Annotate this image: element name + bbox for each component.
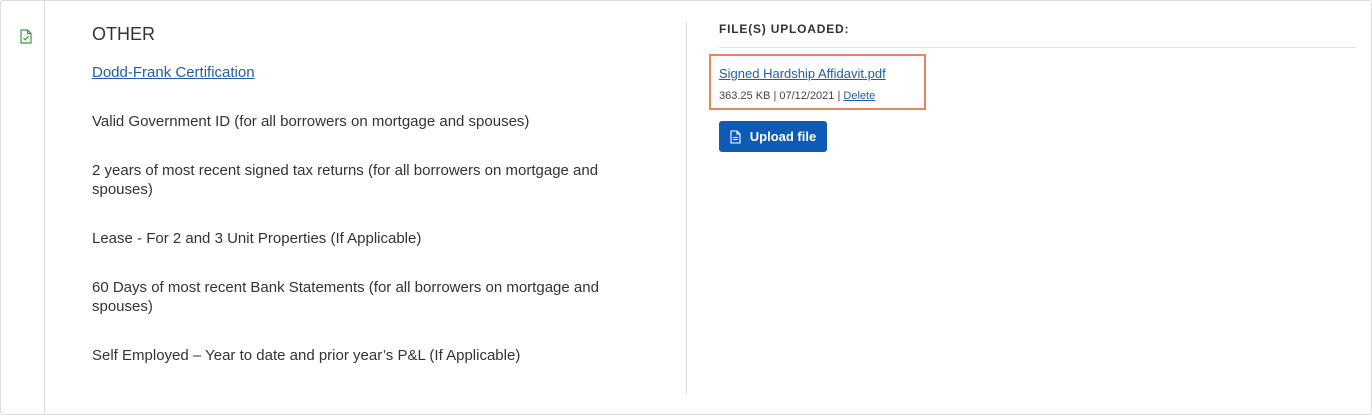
upload-file-label: Upload file — [749, 129, 817, 144]
status-gutter — [1, 1, 45, 414]
dodd-frank-certification-link[interactable]: Dodd-Frank Certification — [92, 63, 255, 83]
file-size: 363.25 KB — [719, 90, 771, 102]
uploaded-file-highlight: Signed Hardship Affidavit.pdf 363.25 KB … — [709, 54, 926, 110]
document-card: OTHER Dodd-Frank Certification Valid Gov… — [0, 0, 1372, 415]
file-meta: 363.25 KB | 07/12/2021 | Delete — [719, 89, 875, 103]
document-check-icon — [20, 29, 32, 44]
meta-separator: | — [773, 90, 777, 102]
section-title: OTHER — [92, 24, 155, 44]
requirement-item: 60 Days of most recent Bank Statements (… — [92, 279, 599, 315]
requirement-item: Self Employed – Year to date and prior y… — [92, 347, 521, 364]
column-divider — [686, 21, 687, 395]
delete-file-link[interactable]: Delete — [843, 90, 875, 102]
uploads-panel: FILE(S) UPLOADED: Signed Hardship Affida… — [709, 21, 1356, 152]
meta-separator: | — [837, 90, 841, 102]
heading-divider — [719, 47, 1356, 48]
requirement-item: 2 years of most recent signed tax return… — [92, 162, 599, 198]
file-date: 07/12/2021 — [779, 90, 835, 102]
upload-file-button[interactable]: Upload file — [719, 121, 827, 152]
document-icon — [730, 129, 741, 144]
requirement-item: Lease - For 2 and 3 Unit Properties (If … — [92, 230, 422, 247]
files-uploaded-heading: FILE(S) UPLOADED: — [719, 22, 850, 36]
uploaded-file-link[interactable]: Signed Hardship Affidavit.pdf — [719, 65, 886, 83]
requirement-item: Valid Government ID (for all borrowers o… — [92, 113, 530, 130]
requirements-panel: OTHER Dodd-Frank Certification Valid Gov… — [92, 23, 652, 364]
